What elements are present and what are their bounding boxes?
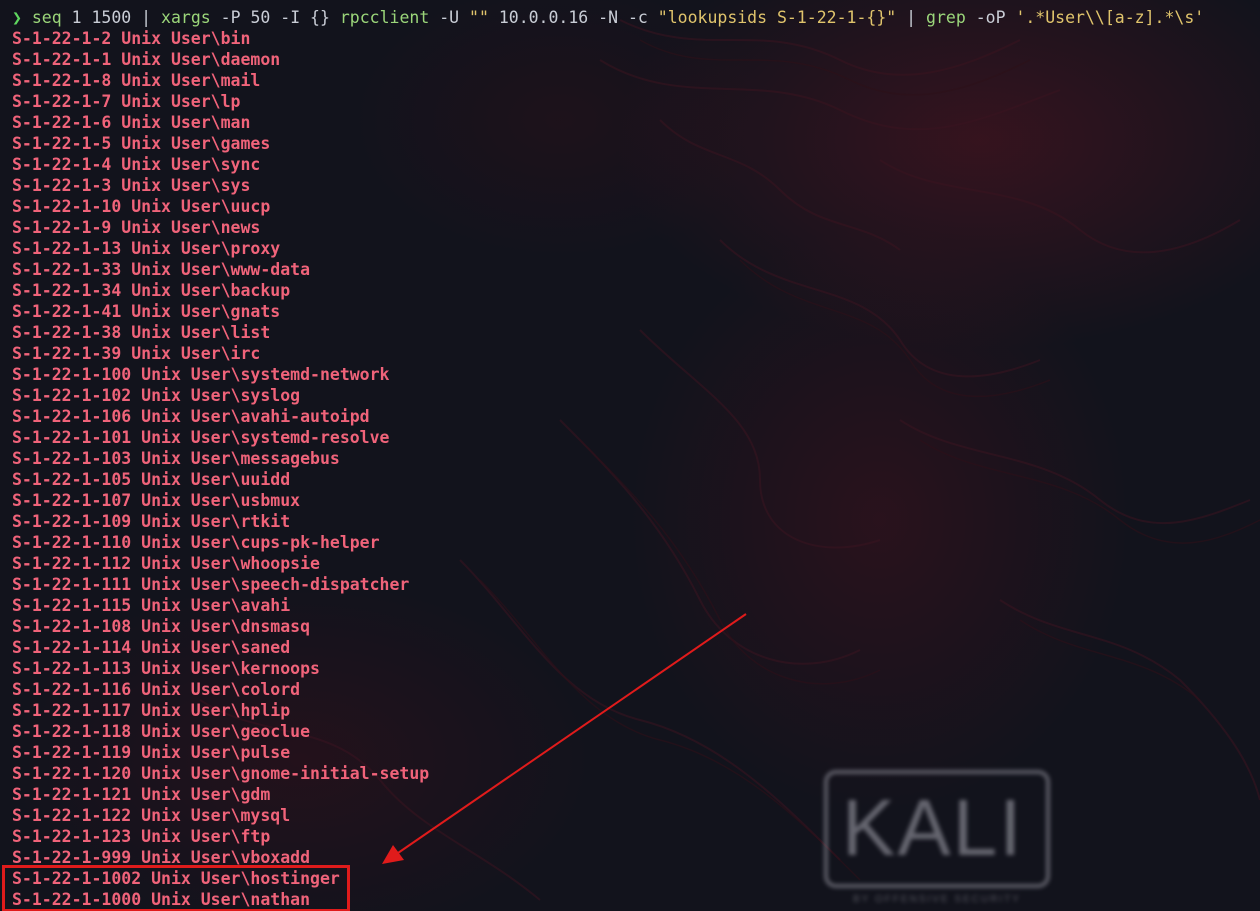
- output-line: S-1-22-1-2 Unix User\bin: [12, 29, 251, 48]
- output-line: S-1-22-1-5 Unix User\games: [12, 134, 271, 153]
- output-line: S-1-22-1-8 Unix User\mail: [12, 71, 261, 90]
- output-line: S-1-22-1-101 Unix User\systemd-resolve: [12, 428, 390, 447]
- cmd-xargs-args: -P 50 -I {}: [210, 8, 340, 27]
- cmd-lookup-string: "lookupsids S-1-22-1-{}": [657, 8, 897, 27]
- cmd-seq: seq: [31, 8, 62, 27]
- output-line: S-1-22-1-119 Unix User\pulse: [12, 743, 291, 762]
- output-line: S-1-22-1-122 Unix User\mysql: [12, 806, 291, 825]
- prompt-symbol: ❯: [12, 8, 22, 27]
- output-line: S-1-22-1-121 Unix User\gdm: [12, 785, 271, 804]
- output-line: S-1-22-1-111 Unix User\speech-dispatcher: [12, 575, 410, 594]
- output-line: S-1-22-1-117 Unix User\hplip: [12, 701, 291, 720]
- output-line: S-1-22-1-106 Unix User\avahi-autoipd: [12, 407, 370, 426]
- kali-logo-tagline: BY OFFENSIVE SECURITY: [853, 894, 1021, 905]
- output-line: S-1-22-1-123 Unix User\ftp: [12, 827, 271, 846]
- output-line: S-1-22-1-113 Unix User\kernoops: [12, 659, 320, 678]
- output-line: S-1-22-1-103 Unix User\messagebus: [12, 449, 340, 468]
- cmd-rpcclient: rpcclient: [339, 8, 430, 27]
- cmd-xargs: xargs: [151, 8, 211, 27]
- output-line: S-1-22-1-118 Unix User\geoclue: [12, 722, 311, 741]
- cmd-pipe-2: |: [896, 8, 927, 27]
- output-line: S-1-22-1-34 Unix User\backup: [12, 281, 291, 300]
- output-line: S-1-22-1-110 Unix User\cups-pk-helper: [12, 533, 380, 552]
- output-line: S-1-22-1-13 Unix User\proxy: [12, 239, 281, 258]
- output-line: S-1-22-1-7 Unix User\lp: [12, 92, 241, 111]
- output-line: S-1-22-1-108 Unix User\dnsmasq: [12, 617, 311, 636]
- cmd-grep-args: -oP: [965, 8, 1016, 27]
- highlight-box: [2, 865, 350, 911]
- cmd-pipe-1: |: [141, 8, 152, 27]
- output-line: S-1-22-1-116 Unix User\colord: [12, 680, 301, 699]
- output-line: S-1-22-1-112 Unix User\whoopsie: [12, 554, 320, 573]
- output-line: S-1-22-1-39 Unix User\irc: [12, 344, 261, 363]
- output-line: S-1-22-1-38 Unix User\list: [12, 323, 271, 342]
- command-line: ❯ seq 1 1500 | xargs -P 50 -I {} rpcclie…: [12, 7, 1204, 28]
- cmd-empty-string: "": [469, 8, 489, 27]
- output-line: S-1-22-1-105 Unix User\uuidd: [12, 470, 291, 489]
- output-line: S-1-22-1-4 Unix User\sync: [12, 155, 261, 174]
- output-line: S-1-22-1-6 Unix User\man: [12, 113, 251, 132]
- output-line: S-1-22-1-10 Unix User\uucp: [12, 197, 271, 216]
- output-line: S-1-22-1-102 Unix User\syslog: [12, 386, 301, 405]
- cmd-rpc-args: -U: [429, 8, 470, 27]
- cmd-seq-args: 1 1500: [61, 8, 142, 27]
- output-line: S-1-22-1-3 Unix User\sys: [12, 176, 251, 195]
- kali-watermark-logo: KALI BY OFFENSIVE SECURITY: [824, 770, 1050, 911]
- cmd-rpc-args-2: 10.0.0.16 -N -c: [488, 8, 658, 27]
- output-line: S-1-22-1-33 Unix User\www-data: [12, 260, 311, 279]
- output-line: S-1-22-1-9 Unix User\news: [12, 218, 261, 237]
- output-line: S-1-22-1-115 Unix User\avahi: [12, 596, 291, 615]
- output-line: S-1-22-1-107 Unix User\usbmux: [12, 491, 301, 510]
- kali-logo-text: KALI: [842, 783, 1024, 872]
- output-line: S-1-22-1-100 Unix User\systemd-network: [12, 365, 390, 384]
- cmd-regex: '.*User\\[a-z].*\s': [1015, 8, 1205, 27]
- terminal-window[interactable]: KALI BY OFFENSIVE SECURITY ❯ seq 1 1500 …: [0, 0, 1260, 911]
- output-line: S-1-22-1-41 Unix User\gnats: [12, 302, 281, 321]
- output-line: S-1-22-1-114 Unix User\saned: [12, 638, 291, 657]
- output-line: S-1-22-1-1 Unix User\daemon: [12, 50, 281, 69]
- terminal-output: ❯ seq 1 1500 | xargs -P 50 -I {} rpcclie…: [0, 0, 1260, 909]
- output-line: S-1-22-1-109 Unix User\rtkit: [12, 512, 291, 531]
- cmd-grep: grep: [926, 8, 966, 27]
- output-line: S-1-22-1-120 Unix User\gnome-initial-set…: [12, 764, 430, 783]
